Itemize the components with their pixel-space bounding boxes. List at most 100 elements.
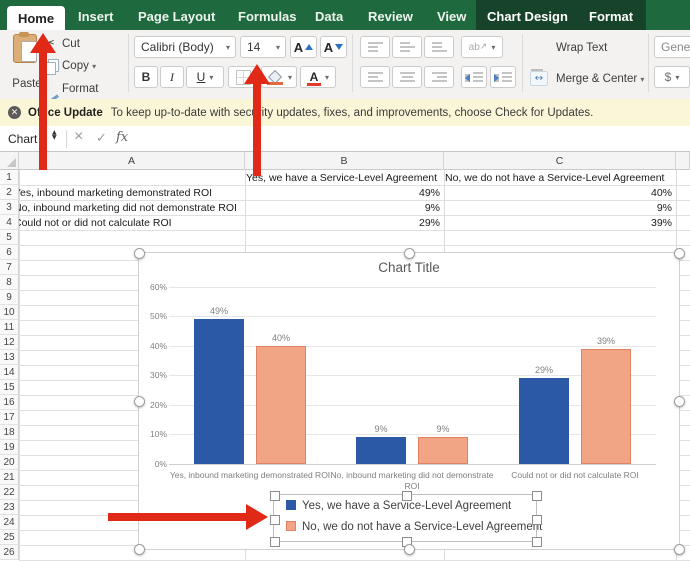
chart-legend[interactable]: Yes, we have a Service-Level AgreementNo…	[273, 494, 537, 542]
cell-C4[interactable]: 39%	[445, 216, 676, 230]
row-header-17[interactable]: 17	[0, 410, 19, 425]
bar-series2-cat1[interactable]	[256, 346, 306, 464]
merge-center-button[interactable]: Merge & Center ▾	[556, 73, 644, 85]
row-header-23[interactable]: 23	[0, 500, 19, 515]
bar-series2-cat3[interactable]	[581, 349, 631, 464]
column-header-C[interactable]: C	[444, 152, 676, 170]
chart-selection-handle[interactable]	[404, 248, 415, 259]
cell-B1[interactable]: Yes, we have a Service-Level Agreement	[246, 171, 444, 185]
tab-page-layout[interactable]: Page Layout	[138, 9, 215, 24]
cell-A3[interactable]: No, inbound marketing did not demonstrat…	[19, 201, 246, 215]
decrease-indent-button[interactable]	[461, 66, 487, 88]
row-header-15[interactable]: 15	[0, 380, 19, 395]
cut-button[interactable]: Cut	[62, 38, 80, 50]
cell-C1[interactable]: No, we do not have a Service-Level Agree…	[445, 171, 676, 185]
legend-selection-handle[interactable]	[532, 537, 542, 547]
align-left-button[interactable]	[360, 66, 390, 88]
cell-A4[interactable]: Could not or did not calculate ROI	[19, 216, 246, 230]
bar-series1-cat1[interactable]	[194, 319, 244, 464]
legend-selection-handle[interactable]	[532, 515, 542, 525]
row-header-16[interactable]: 16	[0, 395, 19, 410]
font-size-select[interactable]: 14▾	[240, 36, 286, 58]
bar-series2-cat2[interactable]	[418, 437, 468, 464]
tab-data[interactable]: Data	[315, 9, 343, 24]
tab-format[interactable]: Format	[589, 9, 633, 24]
format-painter-button[interactable]: Format	[62, 83, 98, 95]
tab-review[interactable]: Review	[368, 9, 413, 24]
italic-button[interactable]: I	[160, 66, 184, 88]
row-header-14[interactable]: 14	[0, 365, 19, 380]
copy-button[interactable]: Copy ▾	[62, 60, 96, 72]
chart-selection-handle[interactable]	[134, 396, 145, 407]
row-header-6[interactable]: 6	[0, 245, 19, 260]
align-bottom-button[interactable]	[424, 36, 454, 58]
cell-A2[interactable]: Yes, inbound marketing demonstrated ROI	[19, 186, 246, 200]
row-header-26[interactable]: 26	[0, 545, 19, 560]
text-orientation-button[interactable]: ab↗▾	[461, 36, 503, 58]
align-center-button[interactable]	[392, 66, 422, 88]
legend-selection-handle[interactable]	[402, 491, 412, 501]
grow-font-button[interactable]: A	[290, 36, 317, 58]
shrink-font-button[interactable]: A	[320, 36, 347, 58]
row-header-25[interactable]: 25	[0, 530, 19, 545]
align-top-button[interactable]	[360, 36, 390, 58]
row-header-22[interactable]: 22	[0, 485, 19, 500]
legend-selection-handle[interactable]	[270, 515, 280, 525]
close-notification-icon[interactable]: ✕	[8, 106, 21, 119]
wrap-text-button[interactable]: Wrap Text	[556, 42, 607, 54]
cancel-entry-icon[interactable]: ×	[74, 128, 83, 146]
row-header-13[interactable]: 13	[0, 350, 19, 365]
row-header-12[interactable]: 12	[0, 335, 19, 350]
number-format-select[interactable]: Gener	[654, 36, 690, 58]
cell-C3[interactable]: 9%	[445, 201, 676, 215]
font-color-button[interactable]: A▾	[300, 66, 336, 88]
row-header-1[interactable]: 1	[0, 170, 19, 185]
row-header-11[interactable]: 11	[0, 320, 19, 335]
bar-series1-cat3[interactable]	[519, 378, 569, 464]
confirm-entry-icon[interactable]: ✓	[96, 131, 107, 146]
row-header-19[interactable]: 19	[0, 440, 19, 455]
row-header-24[interactable]: 24	[0, 515, 19, 530]
insert-function-icon[interactable]: fx	[116, 130, 128, 145]
chart-selection-handle[interactable]	[404, 544, 415, 555]
font-family-select[interactable]: Calibri (Body)▾	[134, 36, 236, 58]
name-box-stepper[interactable]: ▲▼	[52, 130, 57, 140]
legend-selection-handle[interactable]	[270, 491, 280, 501]
chart-selection-handle[interactable]	[674, 544, 685, 555]
align-middle-button[interactable]	[392, 36, 422, 58]
cell-B3[interactable]: 9%	[246, 201, 444, 215]
row-header-7[interactable]: 7	[0, 260, 19, 275]
legend-entry-2[interactable]: No, we do not have a Service-Level Agree…	[286, 521, 542, 533]
select-all-corner[interactable]	[0, 152, 19, 170]
cell-C2[interactable]: 40%	[445, 186, 676, 200]
row-header-5[interactable]: 5	[0, 230, 19, 245]
increase-indent-button[interactable]	[490, 66, 516, 88]
underline-button[interactable]: U▾	[186, 66, 224, 88]
cell-B2[interactable]: 49%	[246, 186, 444, 200]
row-header-20[interactable]: 20	[0, 455, 19, 470]
bar-series1-cat2[interactable]	[356, 437, 406, 464]
row-header-9[interactable]: 9	[0, 290, 19, 305]
currency-format-button[interactable]: $▾	[654, 66, 690, 88]
chart-object[interactable]: Chart Title0%10%20%30%40%50%60%49%40%9%9…	[138, 252, 680, 550]
chart-selection-handle[interactable]	[134, 248, 145, 259]
row-header-3[interactable]: 3	[0, 200, 19, 215]
tab-chart-design[interactable]: Chart Design	[487, 9, 568, 24]
row-header-21[interactable]: 21	[0, 470, 19, 485]
chart-title[interactable]: Chart Title	[139, 260, 679, 275]
tab-formulas[interactable]: Formulas	[238, 9, 297, 24]
legend-selection-handle[interactable]	[532, 491, 542, 501]
row-header-10[interactable]: 10	[0, 305, 19, 320]
row-header-2[interactable]: 2	[0, 185, 19, 200]
row-header-18[interactable]: 18	[0, 425, 19, 440]
chart-selection-handle[interactable]	[674, 248, 685, 259]
column-header-B[interactable]: B	[245, 152, 444, 170]
align-right-button[interactable]	[424, 66, 454, 88]
cell-B4[interactable]: 29%	[246, 216, 444, 230]
chart-selection-handle[interactable]	[674, 396, 685, 407]
column-header-A[interactable]: A	[19, 152, 245, 170]
legend-selection-handle[interactable]	[270, 537, 280, 547]
row-header-4[interactable]: 4	[0, 215, 19, 230]
chart-selection-handle[interactable]	[134, 544, 145, 555]
tab-view[interactable]: View	[437, 9, 466, 24]
